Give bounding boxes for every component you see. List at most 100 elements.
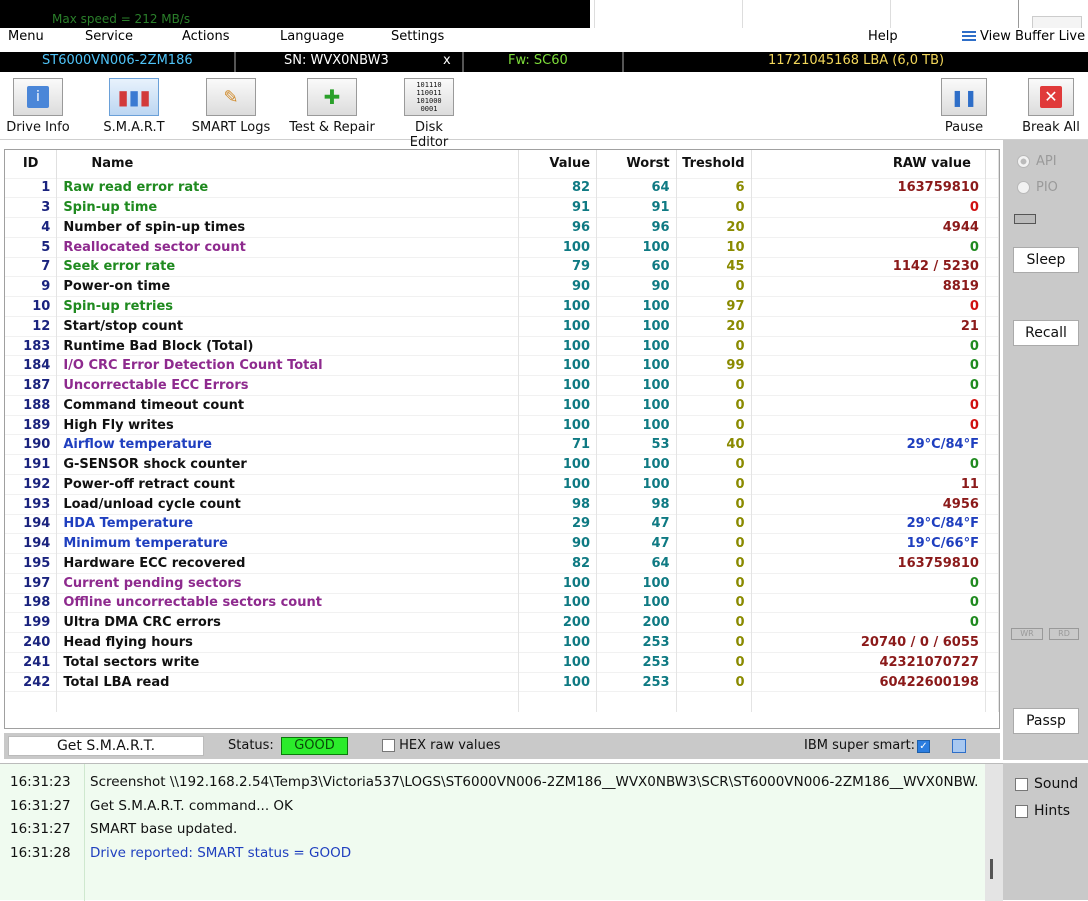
table-row[interactable]: 10 Spin-up retries 100 100 97 0 bbox=[5, 296, 999, 317]
pad-cell bbox=[985, 454, 999, 475]
table-row[interactable]: 199 Ultra DMA CRC errors 200 200 0 0 bbox=[5, 612, 999, 633]
menu-item-service[interactable]: Service bbox=[85, 29, 133, 44]
table-row[interactable]: 197 Current pending sectors 100 100 0 0 bbox=[5, 572, 999, 594]
menu-item-menu[interactable]: Menu bbox=[8, 29, 44, 44]
threshold-header[interactable]: Treshold bbox=[676, 150, 752, 178]
menu-item-help[interactable]: Help bbox=[868, 29, 898, 44]
hints-checkbox[interactable]: Hints bbox=[1015, 803, 1070, 819]
table-row[interactable]: 3 Spin-up time 91 91 0 0 bbox=[5, 197, 999, 218]
pio-radio[interactable]: PIO bbox=[1017, 180, 1058, 195]
table-row[interactable]: 5 Reallocated sector count 100 100 10 0 bbox=[5, 236, 999, 258]
attr-id-cell: 240 bbox=[5, 632, 58, 653]
ibm-super-smart-checkbox[interactable]: ✓ bbox=[917, 740, 930, 753]
attr-id-cell: 5 bbox=[5, 236, 58, 258]
attr-raw-cell: 0 bbox=[751, 394, 986, 416]
table-row[interactable]: 193 Load/unload cycle count 98 98 0 4956 bbox=[5, 493, 999, 515]
name-header[interactable]: Name bbox=[56, 150, 520, 178]
attr-value-cell: 29 bbox=[518, 513, 598, 534]
table-row[interactable]: 192 Power-off retract count 100 100 0 11 bbox=[5, 473, 999, 495]
table-row[interactable]: 7 Seek error rate 79 60 45 1142 / 5230 bbox=[5, 256, 999, 277]
table-row[interactable]: 12 Start/stop count 100 100 20 21 bbox=[5, 315, 999, 337]
table-row[interactable]: 9 Power-on time 90 90 0 8819 bbox=[5, 276, 999, 297]
menu-item-language[interactable]: Language bbox=[280, 29, 344, 44]
table-row[interactable]: 184 I/O CRC Error Detection Count Total 10… bbox=[5, 355, 999, 376]
break-all-button[interactable]: ✕ Break All bbox=[1020, 78, 1082, 135]
api-radio[interactable]: API bbox=[1017, 154, 1057, 169]
grid-line bbox=[742, 0, 743, 28]
table-row[interactable]: 194 Minimum temperature 90 47 0 19°C/66°F bbox=[5, 533, 999, 554]
attr-id-cell: 191 bbox=[5, 454, 58, 475]
table-row[interactable]: 240 Head flying hours 100 253 0 20740 / 0 / 6… bbox=[5, 632, 999, 653]
attr-raw-cell: 4944 bbox=[751, 217, 986, 238]
log-entry: 16:31:23 Screenshot \\192.168.2.54\Temp3\… bbox=[0, 774, 985, 797]
attr-threshold-cell: 0 bbox=[676, 553, 752, 574]
status-badge: GOOD bbox=[281, 737, 348, 755]
sound-checkbox[interactable]: Sound bbox=[1015, 776, 1078, 792]
raw-header[interactable]: RAW value bbox=[751, 150, 986, 178]
table-row[interactable]: 191 G-SENSOR shock counter 100 100 0 0 bbox=[5, 454, 999, 475]
id-header[interactable]: ID bbox=[5, 150, 58, 178]
empty-cell bbox=[676, 691, 752, 712]
table-row[interactable]: 189 High Fly writes 100 100 0 0 bbox=[5, 414, 999, 435]
smart-tab-button[interactable]: ▮ ▮ ▮ S.M.A.R.T bbox=[98, 78, 170, 135]
table-row[interactable]: 4 Number of spin-up times 96 96 20 4944 bbox=[5, 217, 999, 238]
scroll-thumb[interactable] bbox=[990, 859, 993, 879]
test-repair-button[interactable]: ✚ Test & Repair bbox=[287, 78, 377, 135]
attr-raw-cell: 0 bbox=[751, 236, 986, 258]
attr-raw-cell: 163759810 bbox=[751, 177, 986, 198]
close-drive-button[interactable]: x bbox=[443, 53, 451, 68]
grid-line bbox=[890, 0, 891, 28]
pause-button[interactable]: ❚❚ Pause bbox=[940, 78, 988, 135]
attr-id-cell: 187 bbox=[5, 375, 58, 396]
value-header[interactable]: Value bbox=[518, 150, 598, 178]
drive-info-button[interactable]: i Drive Info bbox=[6, 78, 70, 135]
pad-header bbox=[985, 150, 999, 178]
log-scrollbar[interactable] bbox=[985, 764, 1003, 901]
color-swatch[interactable] bbox=[952, 739, 966, 753]
smart-status-bar: Get S.M.A.R.T. Status: GOOD HEX raw valu… bbox=[4, 733, 1000, 759]
get-smart-button[interactable]: Get S.M.A.R.T. bbox=[8, 736, 204, 756]
attr-name-cell: HDA Temperature bbox=[56, 513, 520, 534]
table-row[interactable]: 242 Total LBA read 100 253 0 60422600198 bbox=[5, 671, 999, 692]
menu-item-actions[interactable]: Actions bbox=[182, 29, 230, 44]
attr-raw-cell: 163759810 bbox=[751, 553, 986, 574]
attr-id-cell: 10 bbox=[5, 296, 58, 317]
pad-cell bbox=[985, 296, 999, 317]
table-row[interactable]: 241 Total sectors write 100 253 0 42321070727 bbox=[5, 651, 999, 673]
attr-raw-cell: 42321070727 bbox=[751, 651, 986, 673]
attr-worst-cell: 90 bbox=[596, 276, 677, 297]
pad-cell bbox=[985, 394, 999, 416]
attr-name-cell: G-SENSOR shock counter bbox=[56, 454, 520, 475]
table-row[interactable]: 190 Airflow temperature 71 53 40 29°C/84°F bbox=[5, 434, 999, 455]
smart-logs-button[interactable]: ✎ SMART Logs bbox=[190, 78, 272, 135]
rd-indicator: RD bbox=[1049, 628, 1079, 640]
attr-threshold-cell: 0 bbox=[676, 533, 752, 554]
table-row[interactable]: 183 Runtime Bad Block (Total) 100 100 0 0 bbox=[5, 335, 999, 356]
sleep-button[interactable]: Sleep bbox=[1013, 247, 1079, 273]
attr-worst-cell: 64 bbox=[596, 177, 677, 198]
table-row[interactable]: 187 Uncorrectable ECC Errors 100 100 0 0 bbox=[5, 375, 999, 396]
attr-value-cell: 100 bbox=[518, 592, 598, 613]
attr-value-cell: 100 bbox=[518, 651, 598, 673]
pad-cell bbox=[985, 236, 999, 258]
indicator-icon bbox=[1014, 214, 1036, 224]
attr-id-cell: 3 bbox=[5, 197, 58, 218]
menu-item-settings[interactable]: Settings bbox=[391, 29, 444, 44]
table-row[interactable]: 194 HDA Temperature 29 47 0 29°C/84°F bbox=[5, 513, 999, 534]
hex-raw-checkbox[interactable]: HEX raw values bbox=[382, 738, 501, 753]
table-row[interactable]: 1 Raw read error rate 82 64 6 163759810 bbox=[5, 177, 999, 198]
attr-id-cell: 188 bbox=[5, 394, 58, 416]
passp-button[interactable]: Passp bbox=[1013, 708, 1079, 734]
disk-editor-button[interactable]: 101110 110011 101000 0001 Disk Editor bbox=[394, 78, 464, 150]
view-buffer-live-button[interactable]: View Buffer Live bbox=[962, 29, 1085, 44]
table-row[interactable]: 188 Command timeout count 100 100 0 0 bbox=[5, 394, 999, 416]
attr-raw-cell: 0 bbox=[751, 572, 986, 594]
attr-worst-cell: 100 bbox=[596, 296, 677, 317]
worst-header[interactable]: Worst bbox=[596, 150, 677, 178]
table-row[interactable]: 195 Hardware ECC recovered 82 64 0 163759810 bbox=[5, 553, 999, 574]
attr-worst-cell: 253 bbox=[596, 651, 677, 673]
attr-threshold-cell: 0 bbox=[676, 671, 752, 692]
attr-id-cell: 7 bbox=[5, 256, 58, 277]
table-row[interactable]: 198 Offline uncorrectable sectors count 10… bbox=[5, 592, 999, 613]
recall-button[interactable]: Recall bbox=[1013, 320, 1079, 346]
